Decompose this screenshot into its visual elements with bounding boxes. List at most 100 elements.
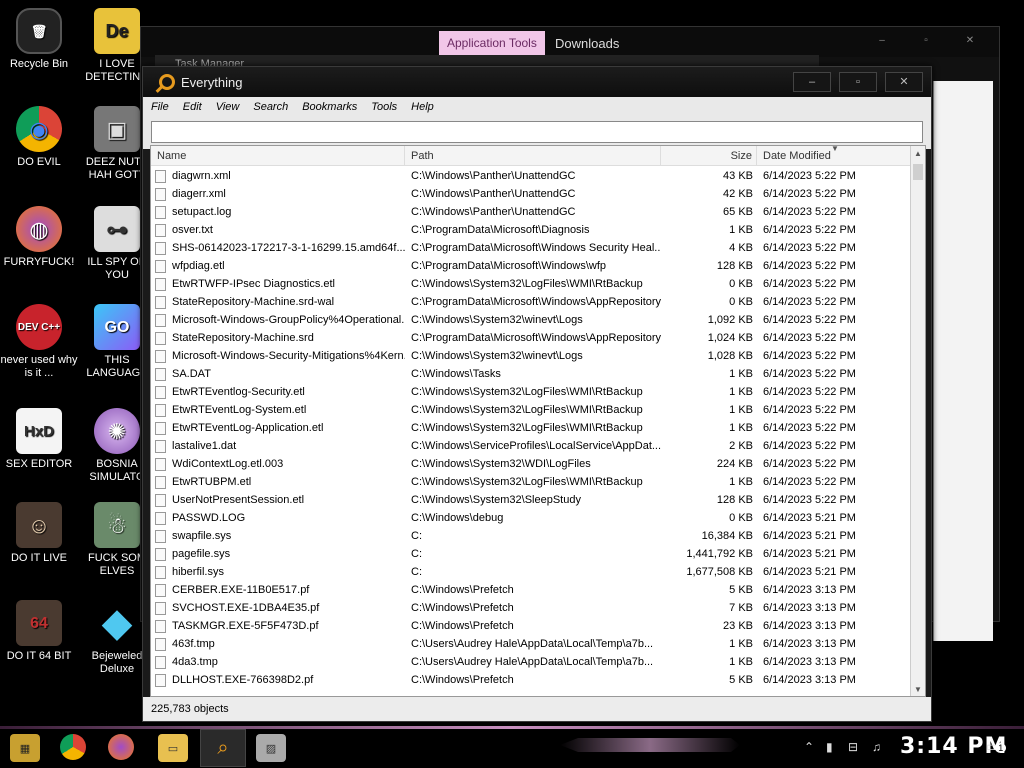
close-icon[interactable]: ✕ bbox=[963, 35, 977, 47]
cell-size: 1 KB bbox=[729, 656, 753, 668]
table-row[interactable]: EtwRTEventLog-System.etl C:\Windows\Syste… bbox=[151, 401, 911, 419]
notification-center-icon[interactable]: ▭1 bbox=[986, 738, 1007, 755]
table-row[interactable]: diagwrn.xml C:\Windows\Panther\UnattendGC… bbox=[151, 167, 911, 185]
table-row[interactable]: Microsoft-Windows-GroupPolicy%4Operation… bbox=[151, 311, 911, 329]
cell-date: 6/14/2023 5:22 PM bbox=[763, 404, 856, 416]
maximize-icon[interactable]: ▫ bbox=[919, 35, 933, 47]
file-icon bbox=[155, 529, 166, 543]
table-row[interactable]: wfpdiag.etl C:\ProgramData\Microsoft\Wind… bbox=[151, 257, 911, 275]
menu-tools[interactable]: Tools bbox=[371, 101, 397, 113]
table-row[interactable]: pagefile.sys C: 1,441,792 KB 6/14/2023 5:21… bbox=[151, 545, 911, 563]
desktop-icon-sex-editor[interactable]: HxD SEX EDITOR bbox=[0, 408, 78, 471]
table-row[interactable]: SA.DAT C:\Windows\Tasks 1 KB 6/14/2023 5:22… bbox=[151, 365, 911, 383]
cell-name: 4da3.tmp bbox=[151, 655, 405, 669]
everything-window[interactable]: Everything – ▫ ✕ File Edit View Search B… bbox=[142, 66, 932, 722]
search-input[interactable] bbox=[151, 121, 923, 143]
file-icon bbox=[155, 169, 166, 183]
cell-size: 1,441,792 KB bbox=[686, 548, 753, 560]
tray-chevron-icon[interactable]: ⌃ bbox=[804, 740, 814, 754]
column-header-name[interactable]: Name bbox=[151, 146, 405, 165]
cell-size: 1 KB bbox=[729, 422, 753, 434]
taskbar-photos-icon[interactable]: ▨ bbox=[256, 734, 286, 762]
scroll-up-icon[interactable]: ▲ bbox=[911, 146, 925, 162]
table-row[interactable]: diagerr.xml C:\Windows\Panther\UnattendGC… bbox=[151, 185, 911, 203]
file-name: SHS-06142023-172217-3-1-16299.15.amd64f.… bbox=[172, 242, 405, 254]
cell-date: 6/14/2023 5:22 PM bbox=[763, 260, 856, 272]
scroll-down-icon[interactable]: ▼ bbox=[911, 682, 925, 696]
table-row[interactable]: Microsoft-Windows-Security-Mitigations%4… bbox=[151, 347, 911, 365]
column-header-path[interactable]: Path bbox=[405, 146, 661, 165]
menu-file[interactable]: File bbox=[151, 101, 169, 113]
cell-size: 0 KB bbox=[729, 278, 753, 290]
file-icon bbox=[155, 223, 166, 237]
taskbar-chrome-icon[interactable] bbox=[60, 734, 86, 760]
table-row[interactable]: StateRepository-Machine.srd-wal C:\Progra… bbox=[151, 293, 911, 311]
cell-date: 6/14/2023 5:22 PM bbox=[763, 206, 856, 218]
table-row[interactable]: StateRepository-Machine.srd C:\ProgramDat… bbox=[151, 329, 911, 347]
cell-date: 6/14/2023 3:13 PM bbox=[763, 620, 856, 632]
taskbar-firefox-icon[interactable] bbox=[108, 734, 134, 760]
background-window-titlebar[interactable]: Application Tools Downloads – ▫ ✕ bbox=[141, 27, 999, 57]
table-row[interactable]: setupact.log C:\Windows\Panther\UnattendG… bbox=[151, 203, 911, 221]
menu-view[interactable]: View bbox=[216, 101, 240, 113]
table-row[interactable]: EtwRTEventlog-Security.etl C:\Windows\Sys… bbox=[151, 383, 911, 401]
desktop-icon-do-it-64-bit[interactable]: 64 DO IT 64 BIT bbox=[0, 600, 78, 663]
taskbar-file-explorer-icon[interactable]: ▭ bbox=[158, 734, 188, 762]
table-row[interactable]: UserNotPresentSession.etl C:\Windows\Syst… bbox=[151, 491, 911, 509]
table-row[interactable]: lastalive1.dat C:\Windows\ServiceProfiles… bbox=[151, 437, 911, 455]
table-row[interactable]: 463f.tmp C:\Users\Audrey Hale\AppData\Loc… bbox=[151, 635, 911, 653]
tray-network-icon[interactable]: ⊟ bbox=[848, 740, 858, 754]
cell-name: WdiContextLog.etl.003 bbox=[151, 457, 405, 471]
detect-it-easy-icon: De bbox=[94, 8, 140, 54]
table-row[interactable]: TASKMGR.EXE-5F5F473D.pf C:\Windows\Prefet… bbox=[151, 617, 911, 635]
vertical-scrollbar[interactable]: ▲ ▼ bbox=[910, 146, 925, 696]
cell-date: 6/14/2023 5:22 PM bbox=[763, 296, 856, 308]
table-row[interactable]: swapfile.sys C: 16,384 KB 6/14/2023 5:21 PM bbox=[151, 527, 911, 545]
table-row[interactable]: DLLHOST.EXE-766398D2.pf C:\Windows\Prefet… bbox=[151, 671, 911, 689]
cell-size: 1 KB bbox=[729, 476, 753, 488]
table-row[interactable]: WdiContextLog.etl.003 C:\Windows\System32… bbox=[151, 455, 911, 473]
minimize-button[interactable]: – bbox=[793, 72, 831, 92]
desktop-icon-do-it-live[interactable]: ☺ DO IT LIVE bbox=[0, 502, 78, 565]
cell-path: C:\Windows\debug bbox=[411, 512, 504, 524]
desktop-icon-do-evil[interactable]: ◉ DO EVIL bbox=[0, 106, 78, 169]
table-row[interactable]: osver.txt C:\ProgramData\Microsoft\Diagno… bbox=[151, 221, 911, 239]
file-icon bbox=[155, 637, 166, 651]
table-row[interactable]: SVCHOST.EXE-1DBA4E35.pf C:\Windows\Prefet… bbox=[151, 599, 911, 617]
table-row[interactable]: hiberfil.sys C: 1,677,508 KB 6/14/2023 5:21… bbox=[151, 563, 911, 581]
column-header-size[interactable]: Size bbox=[661, 146, 757, 165]
table-row[interactable]: EtwRTUBPM.etl C:\Windows\System32\LogFile… bbox=[151, 473, 911, 491]
start-button[interactable]: ▦ bbox=[10, 734, 40, 762]
table-row[interactable]: 4da3.tmp C:\Users\Audrey Hale\AppData\Loc… bbox=[151, 653, 911, 671]
minimize-icon[interactable]: – bbox=[875, 35, 889, 47]
file-name: pagefile.sys bbox=[172, 548, 231, 560]
results-list[interactable]: Name Path Size Date Modified ▼ diagwrn.x… bbox=[150, 145, 926, 697]
cell-size: 23 KB bbox=[723, 620, 753, 632]
scroll-thumb[interactable] bbox=[913, 164, 923, 180]
file-icon bbox=[155, 385, 166, 399]
table-row[interactable]: PASSWD.LOG C:\Windows\debug 0 KB 6/14/2023 … bbox=[151, 509, 911, 527]
taskbar-everything-icon[interactable]: ⌕ bbox=[208, 734, 238, 762]
table-row[interactable]: CERBER.EXE-11B0E517.pf C:\Windows\Prefetc… bbox=[151, 581, 911, 599]
menu-help[interactable]: Help bbox=[411, 101, 434, 113]
desktop-icon-dev-cpp[interactable]: DEV C++ never used why is it ... bbox=[0, 304, 78, 380]
menu-bookmarks[interactable]: Bookmarks bbox=[302, 101, 357, 113]
table-row[interactable]: EtwRTEventLog-Application.etl C:\Windows\… bbox=[151, 419, 911, 437]
maximize-button[interactable]: ▫ bbox=[839, 72, 877, 92]
table-row[interactable]: SHS-06142023-172217-3-1-16299.15.amd64f.… bbox=[151, 239, 911, 257]
desktop-icon-furryfuck[interactable]: ◍ FURRYFUCK! bbox=[0, 206, 78, 269]
tray-volume-icon[interactable]: ♫ bbox=[872, 740, 881, 754]
desktop-icon-recycle-bin[interactable]: 🗑 Recycle Bin bbox=[0, 8, 78, 71]
tab-downloads[interactable]: Downloads bbox=[555, 31, 619, 55]
tray-battery-icon[interactable]: ▮ bbox=[826, 740, 833, 754]
table-row[interactable]: EtwRTWFP-IPsec Diagnostics.etl C:\Windows… bbox=[151, 275, 911, 293]
file-name: osver.txt bbox=[172, 224, 213, 236]
tab-application-tools[interactable]: Application Tools bbox=[439, 31, 545, 55]
cell-date: 6/14/2023 5:22 PM bbox=[763, 170, 856, 182]
menu-edit[interactable]: Edit bbox=[183, 101, 202, 113]
everything-titlebar[interactable]: Everything – ▫ ✕ bbox=[143, 67, 931, 97]
menu-search[interactable]: Search bbox=[253, 101, 288, 113]
cell-size: 1 KB bbox=[729, 404, 753, 416]
file-icon bbox=[155, 205, 166, 219]
close-button[interactable]: ✕ bbox=[885, 72, 923, 92]
